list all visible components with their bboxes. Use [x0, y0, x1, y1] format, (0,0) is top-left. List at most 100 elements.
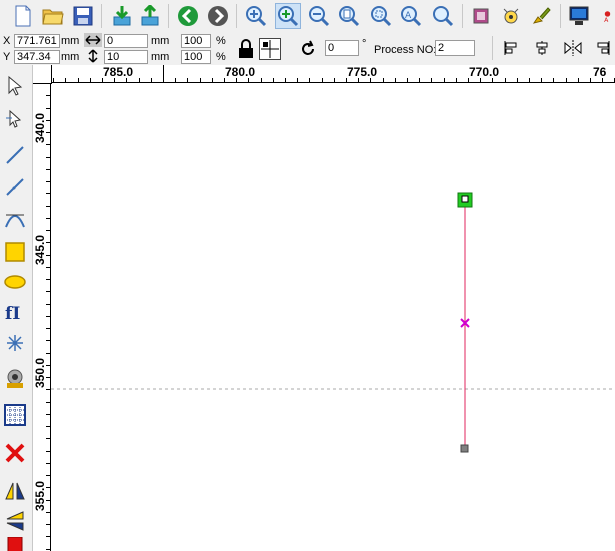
node-edit-icon[interactable]: [3, 107, 27, 131]
v-ruler-tick: [46, 426, 50, 427]
scale-x-field[interactable]: [181, 34, 211, 48]
h-ruler-tick: [285, 78, 286, 82]
x-position-field[interactable]: [14, 34, 60, 48]
reference-point-icon[interactable]: [259, 38, 281, 60]
scale-y-field[interactable]: [181, 50, 211, 64]
height-field[interactable]: [104, 50, 148, 64]
zoom-out-icon[interactable]: [306, 3, 332, 29]
delete-icon[interactable]: [3, 441, 27, 465]
zoom-fit-icon[interactable]: A: [398, 3, 424, 29]
svg-text:A: A: [405, 11, 412, 21]
save-icon[interactable]: [70, 3, 96, 29]
export-icon[interactable]: [137, 3, 163, 29]
grid-array-icon[interactable]: [3, 403, 27, 427]
process-number-field[interactable]: [435, 40, 475, 56]
h-ruler-label: 775.0: [347, 65, 378, 79]
import-icon[interactable]: [109, 3, 135, 29]
h-ruler-tick: [468, 78, 469, 82]
v-ruler-label: 345.0: [33, 234, 47, 265]
zoom-all-icon[interactable]: [368, 3, 394, 29]
align-right-icon[interactable]: [594, 39, 612, 57]
h-ruler-tick: [590, 78, 591, 82]
v-ruler-label: 350.0: [33, 357, 47, 388]
y-position-field[interactable]: [14, 50, 60, 64]
start-node-inner: [461, 195, 469, 203]
h-ruler-tick: [90, 78, 91, 82]
h-ruler-tick: [492, 78, 493, 82]
mirror-icon[interactable]: [564, 39, 582, 57]
v-ruler-tick: [46, 377, 50, 378]
h-ruler-tick: [200, 78, 201, 82]
horizontal-ruler[interactable]: 785.0 780.0 775.0 770.0 76: [33, 65, 615, 83]
v-ruler-tick: [46, 279, 50, 280]
camera-icon[interactable]: [3, 367, 27, 391]
v-ruler-tick: [46, 255, 50, 256]
new-file-icon[interactable]: [10, 3, 36, 29]
bezier-icon[interactable]: [3, 208, 27, 232]
ellipse-icon[interactable]: [3, 270, 27, 294]
rotate-icon: [298, 39, 318, 59]
rectangle-icon[interactable]: [3, 240, 27, 264]
zoom-page-icon[interactable]: [336, 3, 362, 29]
star-icon[interactable]: [3, 331, 27, 355]
back-icon[interactable]: [175, 3, 201, 29]
fill-icon[interactable]: [3, 537, 27, 551]
v-ruler-tick: [46, 512, 50, 513]
text-icon[interactable]: fI: [3, 300, 27, 324]
h-ruler-tick: [187, 78, 188, 82]
vertical-ruler[interactable]: 340.0 345.0 350.0 355.0: [33, 65, 51, 551]
open-folder-icon[interactable]: [40, 3, 66, 29]
h-ruler-tick: [358, 78, 359, 82]
ruler-corner: [33, 65, 52, 84]
h-ruler-label: 76: [593, 65, 607, 79]
h-ruler-tick: [65, 78, 66, 82]
height-unit: mm: [151, 51, 170, 63]
h-ruler-tick: [541, 78, 542, 82]
zoom-actual-icon[interactable]: [430, 3, 456, 29]
h-ruler-tick: [236, 78, 237, 82]
v-ruler-tick: [46, 402, 50, 403]
polyline-icon[interactable]: [3, 175, 27, 199]
v-ruler-tick: [46, 120, 50, 121]
align-center-icon[interactable]: [533, 39, 551, 57]
frame-icon[interactable]: [468, 3, 494, 29]
v-ruler-tick: [46, 463, 50, 464]
h-ruler-tick: [505, 78, 506, 82]
v-ruler-tick: [46, 230, 50, 231]
select-arrow-icon[interactable]: [3, 74, 27, 98]
h-ruler-tick: [431, 78, 432, 82]
line-icon[interactable]: [3, 143, 27, 167]
h-ruler-tick: [407, 78, 408, 82]
x-unit: mm: [61, 35, 80, 47]
drawing-canvas[interactable]: [51, 83, 615, 551]
v-ruler-tick: [46, 340, 50, 341]
width-field[interactable]: [104, 34, 148, 48]
mirror-horizontal-icon[interactable]: [3, 479, 27, 503]
forward-icon[interactable]: [205, 3, 231, 29]
brush-icon[interactable]: [528, 3, 554, 29]
mirror-vertical-icon[interactable]: [3, 509, 27, 533]
monitor-icon[interactable]: [566, 3, 592, 29]
v-ruler-tick: [46, 108, 50, 109]
v-ruler-tick: [46, 169, 50, 170]
height-arrow-icon: [84, 49, 102, 63]
rotate-angle-field[interactable]: [325, 40, 359, 56]
h-ruler-tick: [102, 78, 103, 82]
v-ruler-tick: [46, 291, 50, 292]
zoom-select-icon[interactable]: [275, 3, 301, 29]
alert-icon[interactable]: A: [600, 3, 615, 29]
align-left-icon[interactable]: [502, 39, 520, 57]
target-icon[interactable]: [498, 3, 524, 29]
v-ruler-tick: [46, 206, 50, 207]
lock-ratio-icon[interactable]: [236, 38, 256, 60]
h-ruler-tick: [480, 78, 481, 82]
x-label: X: [3, 35, 11, 47]
h-ruler-tick: [297, 78, 298, 82]
svg-text:fI: fI: [5, 304, 20, 323]
h-ruler-tick: [309, 78, 310, 82]
end-node-handle[interactable]: [460, 444, 469, 453]
zoom-in-icon[interactable]: [243, 3, 269, 29]
h-ruler-tick: [334, 78, 335, 82]
v-ruler-tick: [46, 414, 50, 415]
h-ruler-tick: [151, 78, 152, 82]
